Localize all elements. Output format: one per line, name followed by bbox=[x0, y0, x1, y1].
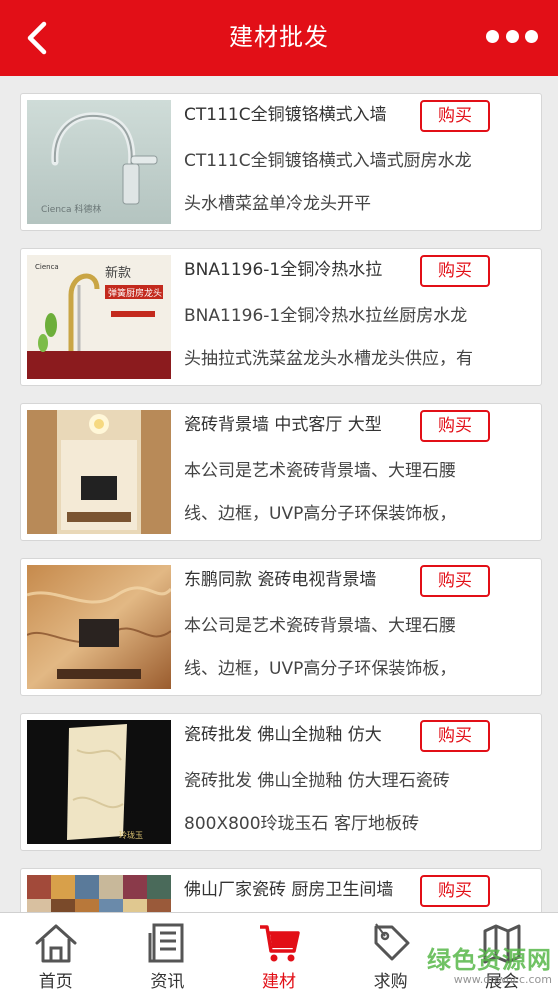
bottom-tab-bar: 首页 资讯 建材 求购 展会 bbox=[0, 912, 558, 996]
product-card[interactable]: 瓷砖背景墙 中式客厅 大型 购买 本公司是艺术瓷砖背景墙、大理石腰 线、边框，U… bbox=[20, 403, 542, 541]
tag-icon bbox=[374, 923, 410, 961]
product-name[interactable]: CT111C全铜镀铬横式入墙 bbox=[184, 102, 416, 128]
product-description: BNA1196-1全铜冷热水拉丝厨房水龙 头抽拉式洗菜盆龙头水槽龙头供应，有 bbox=[184, 306, 473, 369]
tab-label: 建材 bbox=[261, 972, 296, 992]
product-name[interactable]: BNA1196-1全铜冷热水拉 bbox=[184, 257, 416, 283]
tab-home[interactable]: 首页 bbox=[0, 913, 112, 996]
svg-text:Cienca: Cienca bbox=[35, 263, 59, 271]
buy-button[interactable]: 购买 bbox=[420, 875, 490, 907]
product-name[interactable]: 瓷砖背景墙 中式客厅 大型 bbox=[184, 412, 416, 438]
product-image[interactable]: Cienca 科德林 bbox=[27, 100, 171, 224]
product-name[interactable]: 瓷砖批发 佛山全抛釉 仿大 bbox=[184, 722, 416, 748]
product-name[interactable]: 东鹏同款 瓷砖电视背景墙 bbox=[184, 567, 416, 593]
tab-exhibition[interactable]: 展会 bbox=[446, 913, 558, 996]
buy-button[interactable]: 购买 bbox=[420, 565, 490, 597]
product-image[interactable] bbox=[27, 875, 171, 912]
news-icon bbox=[148, 923, 184, 963]
more-dots-icon bbox=[486, 29, 499, 43]
product-card[interactable]: 佛山厂家瓷砖 厨房卫生间墙 购买 bbox=[20, 868, 542, 912]
home-icon bbox=[35, 924, 77, 963]
tab-materials[interactable]: 建材 bbox=[223, 913, 335, 996]
buy-button[interactable]: 购买 bbox=[420, 410, 490, 442]
product-description: CT111C全铜镀铬横式入墙式厨房水龙 头水槽菜盆单冷龙头开平 bbox=[184, 151, 472, 214]
product-image[interactable]: 玲珑玉 bbox=[27, 720, 171, 844]
product-image[interactable] bbox=[27, 565, 171, 689]
buy-button[interactable]: 购买 bbox=[420, 100, 490, 132]
tab-purchase[interactable]: 求购 bbox=[335, 913, 447, 996]
more-button[interactable] bbox=[486, 24, 538, 48]
svg-text:新款: 新款 bbox=[105, 265, 131, 281]
app-header: 建材批发 bbox=[0, 0, 558, 76]
cart-icon bbox=[259, 925, 300, 962]
product-name[interactable]: 佛山厂家瓷砖 厨房卫生间墙 bbox=[184, 877, 416, 903]
map-icon bbox=[483, 924, 521, 964]
product-list[interactable]: Cienca 科德林 CT111C全铜镀铬横式入墙 购买 CT111C全铜镀铬横… bbox=[0, 76, 558, 912]
svg-text:弹簧厨房龙头: 弹簧厨房龙头 bbox=[108, 287, 162, 299]
tab-label: 资讯 bbox=[150, 972, 185, 992]
product-description: 瓷砖批发 佛山全抛釉 仿大理石瓷砖 800X800玲珑玉石 客厅地板砖 bbox=[184, 771, 450, 834]
tab-label: 展会 bbox=[485, 972, 520, 992]
page-title: 建材批发 bbox=[229, 23, 329, 51]
tab-news[interactable]: 资讯 bbox=[112, 913, 224, 996]
buy-button[interactable]: 购买 bbox=[420, 720, 490, 752]
tab-label: 求购 bbox=[373, 972, 408, 992]
product-card[interactable]: 新款 弹簧厨房龙头 Cienca BNA1196-1全铜冷热水拉 购买 BNA1… bbox=[20, 248, 542, 386]
product-card[interactable]: 玲珑玉 瓷砖批发 佛山全抛釉 仿大 购买 瓷砖批发 佛山全抛釉 仿大理石瓷砖 8… bbox=[20, 713, 542, 851]
svg-text:Cienca 科德林: Cienca 科德林 bbox=[41, 203, 101, 215]
buy-button[interactable]: 购买 bbox=[420, 255, 490, 287]
product-image[interactable] bbox=[27, 410, 171, 534]
product-card[interactable]: Cienca 科德林 CT111C全铜镀铬横式入墙 购买 CT111C全铜镀铬横… bbox=[20, 93, 542, 231]
tab-label: 首页 bbox=[38, 972, 73, 992]
product-card[interactable]: 东鹏同款 瓷砖电视背景墙 购买 本公司是艺术瓷砖背景墙、大理石腰 线、边框，UV… bbox=[20, 558, 542, 696]
product-description: 本公司是艺术瓷砖背景墙、大理石腰 线、边框，UVP高分子环保装饰板， bbox=[184, 616, 457, 679]
product-description: 本公司是艺术瓷砖背景墙、大理石腰 线、边框，UVP高分子环保装饰板， bbox=[184, 461, 457, 524]
product-image[interactable]: 新款 弹簧厨房龙头 Cienca bbox=[27, 255, 171, 379]
svg-text:玲珑玉: 玲珑玉 bbox=[119, 830, 143, 840]
